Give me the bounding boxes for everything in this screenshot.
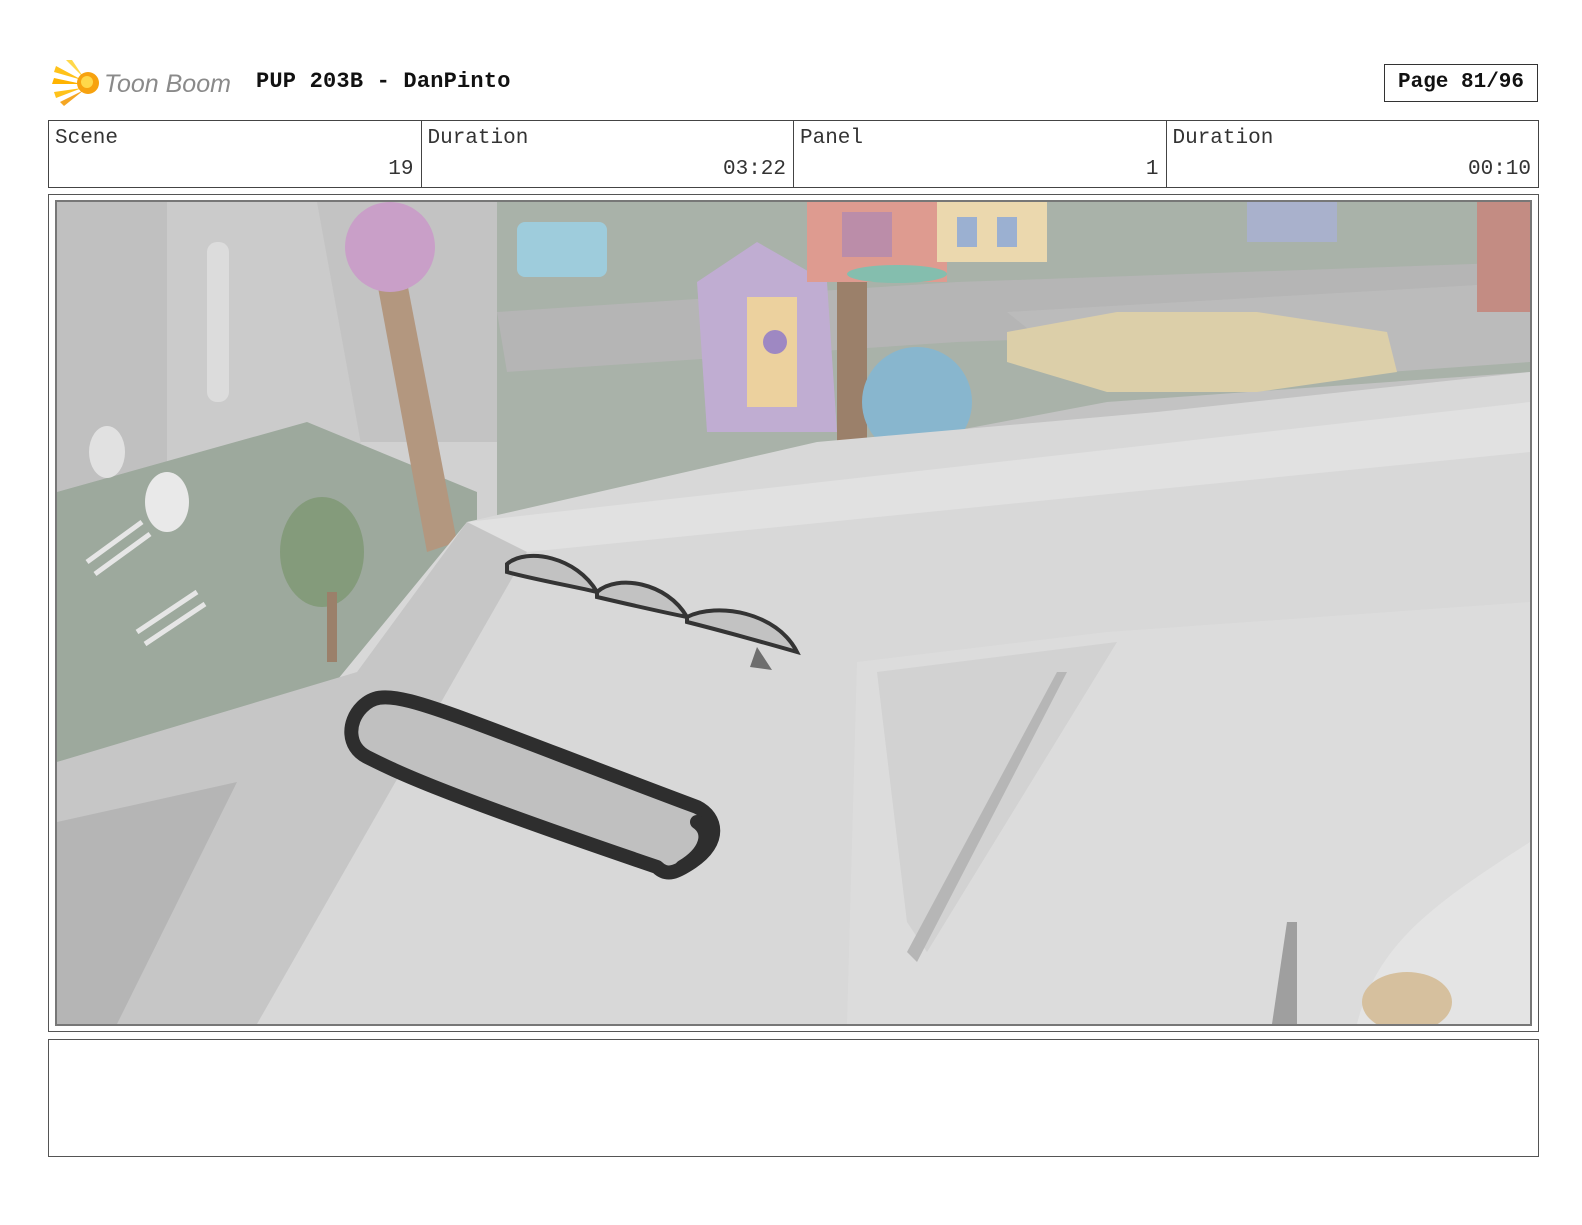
document-title: PUP 203B - DanPinto	[256, 69, 511, 94]
panel-label: Panel	[800, 127, 864, 150]
panel-duration-value: 00:10	[1467, 158, 1531, 181]
panel-value: 1	[1145, 158, 1159, 181]
toon-boom-logo: Toon Boom	[52, 58, 238, 108]
scene-cell: Scene 19	[49, 121, 422, 187]
scene-label: Scene	[55, 127, 119, 150]
panel-duration-cell: Duration 00:10	[1167, 121, 1539, 187]
svg-text:Toon Boom: Toon Boom	[104, 70, 231, 98]
storyboard-sketch-image	[57, 202, 1530, 1024]
panel-duration-label: Duration	[1172, 127, 1274, 150]
scene-info-table: Scene 19 Duration 03:22 Panel 1 Duration…	[48, 120, 1539, 188]
storyboard-panel-image	[55, 200, 1532, 1026]
scene-duration-label: Duration	[427, 127, 529, 150]
storyboard-panel-frame	[48, 194, 1539, 1032]
toon-boom-logo-icon: Toon Boom	[52, 60, 231, 106]
panel-cell: Panel 1	[794, 121, 1167, 187]
page-indicator: Page 81/96	[1384, 64, 1538, 102]
scene-duration-cell: Duration 03:22	[422, 121, 794, 187]
scene-duration-value: 03:22	[722, 158, 786, 181]
panel-notes-box	[48, 1039, 1539, 1157]
scene-value: 19	[388, 158, 414, 181]
